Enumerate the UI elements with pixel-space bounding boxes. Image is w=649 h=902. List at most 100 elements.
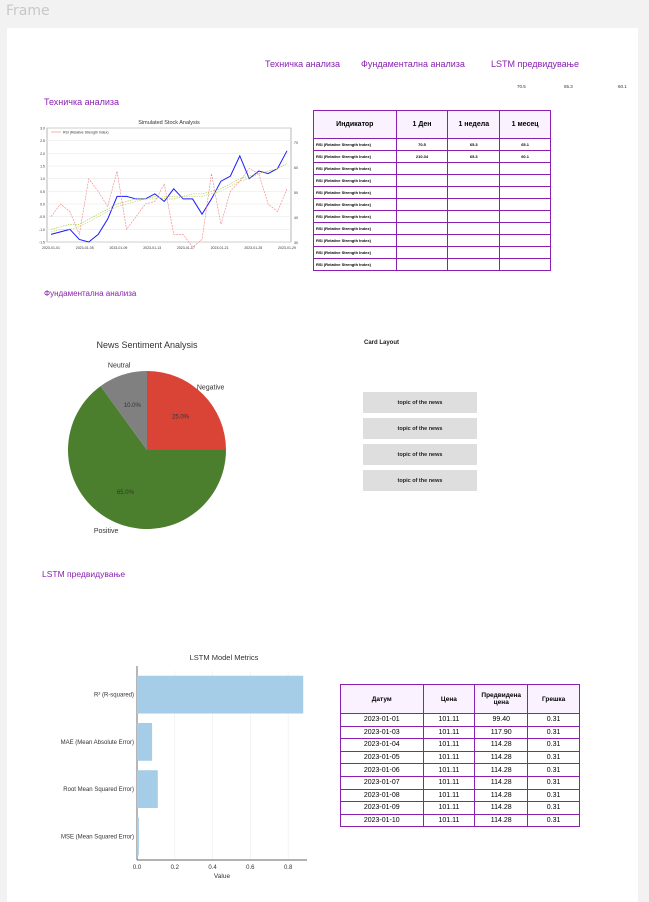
table-cell: 0.31	[527, 763, 580, 777]
slice-percent-label: 10.0%	[124, 403, 142, 409]
table-row: RSI (Relative Strength Index) 210.34 65.3 6…	[313, 150, 551, 163]
table-cell: 101.11	[422, 763, 476, 777]
x-tick-label: 0.8	[284, 865, 293, 871]
nav-link-technical[interactable]: Техничка анализа	[265, 59, 340, 69]
header-cell: Грешка	[527, 684, 580, 714]
slice-percent-label: 65.0%	[117, 490, 135, 496]
bar-category-label: R² (R-squared)	[94, 693, 134, 699]
bar	[137, 722, 153, 761]
table-cell	[447, 246, 501, 259]
frame-label: Frame	[6, 3, 50, 19]
table-cell: RSI (Relative Strength Index)	[313, 246, 397, 259]
slice-label: Positive	[94, 528, 119, 535]
x-tick-label: 0.0	[133, 865, 142, 871]
x-tick-label: 2023-01-25	[244, 246, 262, 250]
news-card[interactable]: topic of the news	[363, 444, 477, 465]
table-cell	[395, 198, 449, 211]
y2-tick-label: 30	[294, 241, 298, 245]
prediction-table: Датум Цена Предвидена цена Грешка 2023-0…	[340, 684, 580, 828]
table-row: RSI (Relative Strength Index) 70.5 65.3 65.…	[313, 138, 551, 151]
bar	[137, 817, 139, 856]
table-cell: 114.28	[474, 738, 529, 752]
table-row: RSI (Relative Strength Index)	[313, 174, 551, 187]
news-card[interactable]: topic of the news	[363, 392, 477, 413]
tiny-value-3: 60.1	[618, 84, 627, 89]
table-cell	[499, 198, 551, 211]
x-tick-label: 2023-01-29	[278, 246, 296, 250]
news-card[interactable]: topic of the news	[363, 418, 477, 439]
table-cell	[395, 186, 449, 199]
table-cell: 60.1	[499, 150, 551, 163]
table-row: RSI (Relative Strength Index)	[313, 210, 551, 223]
table-cell	[395, 258, 449, 271]
section-title-lstm: LSTM предвидување	[42, 569, 126, 579]
table-cell: 2023-01-01	[340, 713, 424, 727]
table-cell: 2023-01-08	[340, 788, 424, 803]
table-cell	[499, 186, 551, 199]
table-cell: 65.3	[447, 138, 501, 151]
nav-link-fundamental[interactable]: Фундаментална анализа	[361, 59, 465, 69]
y-tick-label: 0.0	[40, 203, 45, 207]
table-row: 2023-01-01 101.11 99.40 0.31	[340, 713, 580, 727]
y-tick-label: 2.5	[40, 139, 45, 143]
table-cell: 101.11	[422, 801, 476, 815]
table-cell: RSI (Relative Strength Index)	[313, 198, 397, 211]
table-row: RSI (Relative Strength Index)	[313, 258, 551, 271]
news-card[interactable]: topic of the news	[363, 470, 477, 491]
bar-category-label: Root Mean Squared Error)	[63, 787, 134, 793]
table-cell: 2023-01-06	[340, 763, 424, 777]
table-row: 2023-01-04 101.11 114.28 0.31	[340, 738, 580, 752]
table-cell: RSI (Relative Strength Index)	[313, 234, 397, 247]
bar	[137, 675, 304, 714]
table-row: RSI (Relative Strength Index)	[313, 186, 551, 199]
x-tick-label: 0.2	[171, 865, 180, 871]
table-cell: 0.31	[527, 750, 580, 765]
table-cell: 2023-01-07	[340, 775, 424, 790]
table-cell	[447, 234, 501, 247]
table-cell: 101.11	[422, 813, 476, 828]
nav-link-lstm[interactable]: LSTM предвидување	[491, 59, 579, 69]
table-cell	[447, 162, 501, 175]
table-cell	[499, 246, 551, 259]
table-cell	[499, 210, 551, 223]
stock-line-chart: Simulated Stock Analysis 3.0 2.5 2.0 1.5 1.0 0…	[33, 116, 305, 254]
table-cell: 0.31	[527, 788, 580, 803]
table-cell: 0.31	[527, 775, 580, 790]
header-cell: 1 месец	[499, 110, 551, 139]
header-cell: Датум	[340, 684, 424, 714]
table-row: 2023-01-03 101.11 117.90 0.31	[340, 725, 580, 740]
section-title-fundamental: Фундаментална анализа	[44, 289, 137, 298]
y-tick-label: 0.5	[40, 190, 45, 194]
table-cell	[499, 162, 551, 175]
slice-label: Negative	[197, 384, 225, 391]
y2-tick-label: 50	[294, 191, 298, 195]
y-tick-label: 1.0	[40, 177, 45, 181]
indicator-table: Индикатор 1 Ден 1 недела 1 месец RSI (Re…	[313, 110, 551, 271]
plot-area	[46, 127, 292, 243]
table-cell	[447, 174, 501, 187]
slice-percent-label: 25.0%	[172, 414, 190, 420]
chart-title: Simulated Stock Analysis	[138, 120, 200, 126]
indicator-table-header: Индикатор 1 Ден 1 недела 1 месец	[313, 110, 551, 139]
table-cell: 2023-01-09	[340, 801, 424, 815]
table-cell: 0.31	[527, 725, 580, 740]
table-cell: RSI (Relative Strength Index)	[313, 222, 397, 235]
table-cell: 114.28	[474, 763, 529, 777]
x-tick-label: 2023-01-01	[42, 246, 60, 250]
header-cell: 1 Ден	[395, 110, 449, 139]
table-cell: RSI (Relative Strength Index)	[313, 186, 397, 199]
table-cell: RSI (Relative Strength Index)	[313, 150, 397, 163]
y-tick-label: 2.0	[40, 152, 45, 156]
x-tick-label: 2023-01-05	[76, 246, 94, 250]
table-cell: RSI (Relative Strength Index)	[313, 138, 397, 151]
chart-title: News Sentiment Analysis	[96, 340, 198, 350]
header-cell: Цена	[422, 684, 476, 714]
table-cell	[447, 258, 501, 271]
table-cell: 101.11	[422, 788, 476, 803]
bar-category-label: MAE (Mean Absolute Error)	[61, 740, 134, 746]
y-tick-label: 1.5	[40, 165, 45, 169]
table-cell: RSI (Relative Strength Index)	[313, 162, 397, 175]
card-layout-label: Card Layout	[364, 340, 400, 346]
header-cell: 1 недела	[447, 110, 501, 139]
x-tick-label: 0.6	[246, 865, 255, 871]
